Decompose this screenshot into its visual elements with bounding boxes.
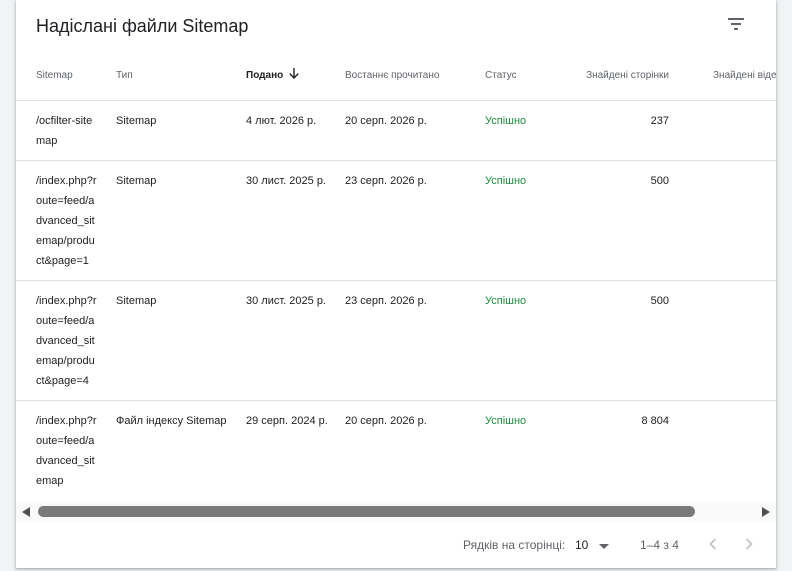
submitted-date: 29 серп. 2024 р. <box>246 415 328 427</box>
chevron-right-icon <box>745 538 753 550</box>
table-row[interactable]: /ocfilter-sitemap Sitemap 4 лют. 2026 р.… <box>16 101 776 161</box>
status-text: Успішно <box>485 295 527 307</box>
column-header-pages[interactable]: Знайдені сторінки <box>579 70 669 81</box>
submitted-date: 30 лист. 2025 р. <box>246 295 326 307</box>
status-text: Успішно <box>485 175 527 187</box>
discovered-pages: 8 804 <box>641 415 669 427</box>
rows-per-page-select[interactable]: 10 <box>575 534 615 556</box>
sitemap-type: Sitemap <box>116 295 157 307</box>
filter-list-icon <box>728 18 744 30</box>
last-read-date: 23 серп. 2026 р. <box>345 295 427 307</box>
submitted-date: 30 лист. 2025 р. <box>246 175 326 187</box>
column-header-status[interactable]: Статус <box>485 70 517 81</box>
table-row[interactable]: /index.php?route=feed/advanced_sitemap Ф… <box>16 401 776 502</box>
discovered-pages: 237 <box>650 115 669 127</box>
sitemaps-table: Sitemap Тип Подано Востаннє прочитано Ст… <box>16 52 776 502</box>
arrow-down-icon <box>289 68 299 80</box>
rows-per-page-value: 10 <box>575 538 589 552</box>
column-header-type[interactable]: Тип <box>116 70 133 81</box>
last-read-date: 23 серп. 2026 р. <box>345 175 427 187</box>
sitemap-path[interactable]: /index.php?route=feed/advanced_sitemap <box>36 411 100 491</box>
sitemap-path[interactable]: /index.php?route=feed/advanced_sitemap/p… <box>36 291 100 391</box>
discovered-pages: 500 <box>650 295 669 307</box>
status-text: Успішно <box>485 415 527 427</box>
sitemap-type: Файл індексу Sitemap <box>116 415 227 427</box>
scroll-left-arrow-icon[interactable] <box>22 507 30 517</box>
last-read-date: 20 серп. 2026 р. <box>345 415 427 427</box>
sitemap-type: Sitemap <box>116 115 157 127</box>
filter-button[interactable] <box>722 10 750 38</box>
table-row[interactable]: /index.php?route=feed/advanced_sitemap/p… <box>16 161 776 281</box>
column-header-submitted[interactable]: Подано <box>246 68 299 81</box>
rows-per-page-label: Рядків на сторінці: <box>463 538 566 552</box>
status-text: Успішно <box>485 115 527 127</box>
submitted-date: 4 лют. 2026 р. <box>246 115 317 127</box>
previous-page-button[interactable] <box>702 533 724 555</box>
column-header-submitted-label: Подано <box>246 70 284 81</box>
next-page-button[interactable] <box>738 533 760 555</box>
column-header-sitemap[interactable]: Sitemap <box>36 70 73 81</box>
sitemaps-card: Надіслані файли Sitemap Sitemap Тип Пода… <box>16 0 776 568</box>
table-row[interactable]: /index.php?route=feed/advanced_sitemap/p… <box>16 281 776 401</box>
sitemap-path[interactable]: /index.php?route=feed/advanced_sitemap/p… <box>36 171 100 271</box>
pagination-range: 1–4 з 4 <box>640 538 679 552</box>
column-header-videos[interactable]: Знайдені відео <box>713 70 776 81</box>
scroll-right-arrow-icon[interactable] <box>762 507 770 517</box>
table-header: Sitemap Тип Подано Востаннє прочитано Ст… <box>16 52 776 101</box>
sitemap-path[interactable]: /ocfilter-sitemap <box>36 111 100 151</box>
table-pagination: Рядків на сторінці: 10 1–4 з 4 <box>16 522 776 568</box>
chevron-left-icon <box>709 538 717 550</box>
dropdown-arrow-icon <box>599 544 609 549</box>
sitemap-type: Sitemap <box>116 175 157 187</box>
card-title: Надіслані файли Sitemap <box>36 16 249 36</box>
horizontal-scrollbar[interactable] <box>16 502 776 522</box>
column-header-last-read[interactable]: Востаннє прочитано <box>345 70 439 81</box>
discovered-pages: 500 <box>650 175 669 187</box>
last-read-date: 20 серп. 2026 р. <box>345 115 427 127</box>
scrollbar-thumb[interactable] <box>38 506 695 517</box>
